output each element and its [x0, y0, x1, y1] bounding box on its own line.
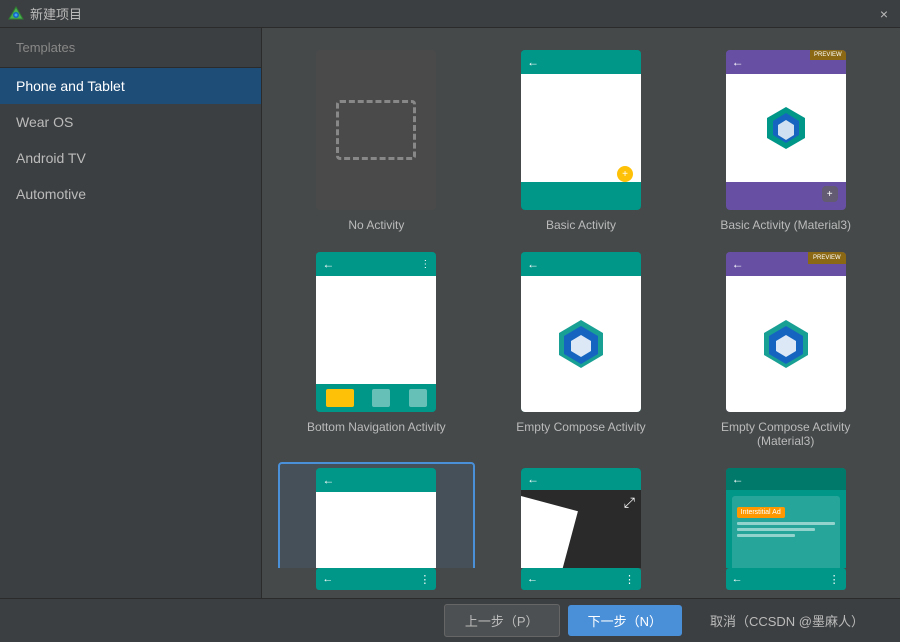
empty-back-icon: ←: [322, 473, 334, 487]
interstitial-label: Interstitial Ad: [737, 507, 785, 518]
nav-item-3: [409, 389, 427, 407]
m3-fab-icon: +: [822, 186, 838, 202]
line-1: [737, 522, 835, 525]
main-content: Templates Phone and Tablet Wear OS Andro…: [0, 28, 900, 598]
empty-compose-body: [521, 276, 641, 412]
template-basic-activity[interactable]: ← + Basic Activity: [483, 44, 680, 238]
basic-topbar: ←: [521, 50, 641, 74]
template-preview-empty-compose-m3: PREVIEW ←: [726, 252, 846, 412]
compose-m3-logo-icon: [759, 317, 813, 371]
fullscreen-white-panel: [521, 488, 578, 568]
template-preview-admob: ← Interstitial Ad: [726, 468, 846, 568]
sidebar-item-phone-tablet[interactable]: Phone and Tablet: [0, 68, 261, 104]
template-preview-fullscreen: ← ⤢: [521, 468, 641, 568]
title-bar-title: 新建项目: [30, 4, 82, 23]
preview-badge-m3: PREVIEW: [808, 252, 846, 264]
expand-icon: ⤢: [624, 494, 635, 511]
title-bar-left: 新建项目: [8, 4, 82, 23]
cancel-button[interactable]: 取消（CCSDN @墨麻人）: [690, 605, 884, 636]
template-label-basic: Basic Activity: [546, 218, 616, 232]
admob-card: Interstitial Ad: [732, 496, 840, 568]
nav-item-1: [326, 389, 354, 407]
empty-compose-topbar: ←: [521, 252, 641, 276]
bottom-bar-2-arrow: ←: [527, 573, 538, 585]
fab-icon: +: [617, 166, 633, 182]
bottom-nav-body: [316, 276, 436, 384]
empty-compose-back-icon: ←: [527, 257, 539, 271]
template-empty-compose-m3[interactable]: PREVIEW ← Empty Compose Activity (Materi…: [687, 246, 884, 454]
empty-body: [316, 492, 436, 568]
admob-back-icon: ←: [732, 472, 744, 486]
template-preview-empty-compose: ←: [521, 252, 641, 412]
template-bottom-nav[interactable]: ← ⋮ Bottom Navigation Activity: [278, 246, 475, 454]
sidebar: Templates Phone and Tablet Wear OS Andro…: [0, 28, 262, 598]
templates-grid: No Activity ← + Basic Activity PRE: [262, 28, 900, 568]
close-button[interactable]: ×: [876, 4, 892, 24]
sidebar-item-automotive[interactable]: Automotive: [0, 176, 261, 212]
preview-badge: PREVIEW: [810, 50, 846, 60]
template-empty-compose[interactable]: ← Empty Compose Activity: [483, 246, 680, 454]
template-label-bottom-nav: Bottom Navigation Activity: [307, 420, 446, 434]
template-no-activity[interactable]: No Activity: [278, 44, 475, 238]
bottom-bars-row: ← ⋮ ← ⋮ ← ⋮: [262, 568, 900, 598]
bottom-bar-1-dots: ⋮: [419, 573, 430, 586]
m3-back-icon: ←: [732, 55, 744, 69]
compose-logo-icon: [554, 317, 608, 371]
sidebar-header: Templates: [0, 28, 261, 68]
template-preview-no-activity: [316, 50, 436, 210]
template-empty-activity[interactable]: ← Empty Activity: [278, 462, 475, 568]
bottom-bar-2-dots: ⋮: [624, 573, 635, 586]
line-2: [737, 528, 815, 531]
compose-hex-icon: [761, 103, 811, 153]
bottom-nav-menu-icon: ⋮: [420, 259, 430, 270]
footer: 上一步（P） 下一步（N） 取消（CCSDN @墨麻人）: [0, 598, 900, 642]
template-basic-m3[interactable]: PREVIEW ← + Basic Acti: [687, 44, 884, 238]
template-preview-basic-m3: PREVIEW ← +: [726, 50, 846, 210]
sidebar-item-wear-os[interactable]: Wear OS: [0, 104, 261, 140]
bottom-bar-1: ← ⋮: [316, 568, 436, 590]
template-label-empty-compose: Empty Compose Activity: [516, 420, 645, 434]
template-preview-basic: ← +: [521, 50, 641, 210]
m3-body: [726, 74, 846, 182]
content-area: No Activity ← + Basic Activity PRE: [262, 28, 900, 598]
interstitial-lines: [737, 522, 835, 537]
no-activity-dashed: [336, 100, 416, 160]
admob-body: Interstitial Ad: [726, 490, 846, 568]
template-label-basic-m3: Basic Activity (Material3): [720, 218, 851, 232]
bottom-nav-back-icon: ←: [322, 257, 334, 271]
next-button[interactable]: 下一步（N）: [568, 605, 682, 636]
bottom-bar-3-arrow: ←: [732, 573, 743, 585]
line-3: [737, 534, 796, 537]
prev-button[interactable]: 上一步（P）: [444, 604, 560, 637]
empty-topbar: ←: [316, 468, 436, 492]
template-preview-empty: ←: [316, 468, 436, 568]
back-arrow-icon: ←: [527, 55, 539, 69]
sidebar-item-android-tv[interactable]: Android TV: [0, 140, 261, 176]
admob-topbar: ←: [726, 468, 846, 490]
title-bar: 新建项目 ×: [0, 0, 900, 28]
bottom-bar-3: ← ⋮: [726, 568, 846, 590]
bottom-bar-3-dots: ⋮: [829, 573, 840, 586]
bottom-nav-topbar: ← ⋮: [316, 252, 436, 276]
fullscreen-back-icon: ←: [527, 472, 539, 486]
bottom-nav-bar: [316, 384, 436, 412]
template-admob[interactable]: ← Interstitial Ad Google AdMo: [687, 462, 884, 568]
template-fullscreen[interactable]: ← ⤢ Fullscreen Activity: [483, 462, 680, 568]
template-label-no-activity: No Activity: [348, 218, 404, 232]
app-icon: [8, 6, 24, 22]
bottom-bar-1-arrow: ←: [322, 573, 333, 585]
template-label-empty-compose-m3: Empty Compose Activity (Material3): [693, 420, 878, 448]
bottom-bar-2: ← ⋮: [521, 568, 641, 590]
fullscreen-topbar: ←: [521, 468, 641, 490]
empty-compose-m3-body: [726, 276, 846, 412]
basic-bottombar: [521, 182, 641, 204]
nav-item-2: [372, 389, 390, 407]
empty-compose-m3-back-icon: ←: [732, 257, 744, 271]
template-preview-bottom-nav: ← ⋮: [316, 252, 436, 412]
